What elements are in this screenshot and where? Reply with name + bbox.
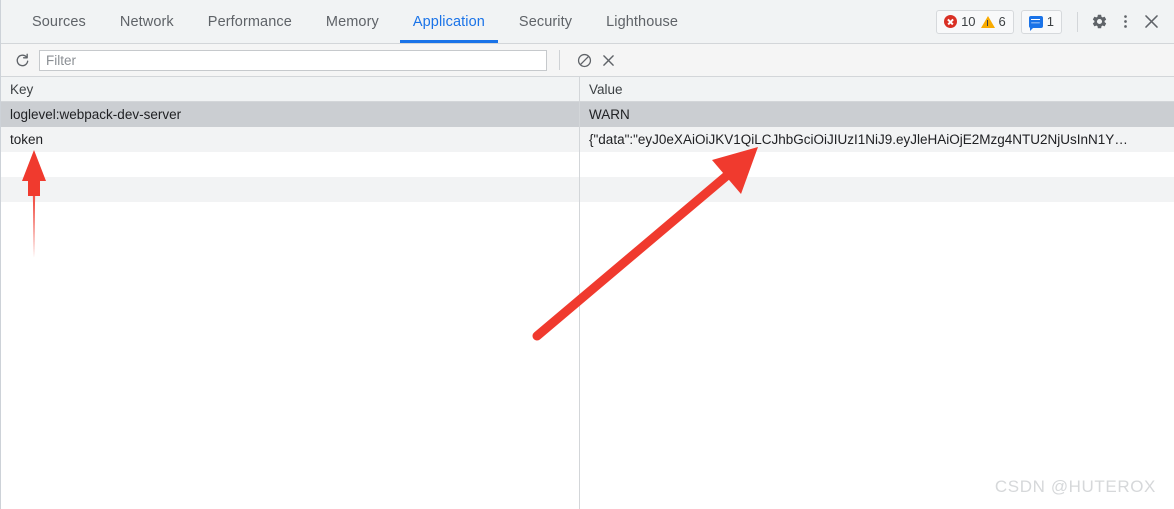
settings-button[interactable] xyxy=(1086,9,1112,35)
tab-label: Sources xyxy=(32,13,86,30)
devtools-panel: Sources Network Performance Memory Appli… xyxy=(0,0,1174,509)
tab-performance[interactable]: Performance xyxy=(191,0,309,43)
tabbar-actions: 10 6 1 xyxy=(936,0,1174,43)
tab-label: Performance xyxy=(207,13,292,30)
close-devtools-button[interactable] xyxy=(1138,9,1164,35)
kebab-menu-icon xyxy=(1123,15,1127,28)
table-row[interactable]: loglevel:webpack-dev-server WARN xyxy=(1,102,1174,127)
tab-memory[interactable]: Memory xyxy=(309,0,396,43)
csdn-watermark: CSDN @HUTEROX xyxy=(994,477,1156,496)
delete-x-icon xyxy=(602,54,614,66)
warning-triangle-icon xyxy=(980,15,995,28)
close-icon xyxy=(1144,15,1158,28)
delete-selected-button[interactable] xyxy=(596,48,620,72)
table-row-empty[interactable] xyxy=(1,177,1174,202)
cell-value: WARN xyxy=(589,107,630,122)
message-counter-group[interactable]: 1 xyxy=(1020,9,1062,34)
column-header-value[interactable]: Value xyxy=(580,77,1174,102)
gear-icon xyxy=(1092,14,1106,29)
tab-network[interactable]: Network xyxy=(103,0,191,43)
toolbar-divider xyxy=(1077,11,1078,32)
storage-toolbar xyxy=(1,44,1174,77)
refresh-button[interactable] xyxy=(9,47,35,73)
issues-counter-group[interactable]: 10 6 xyxy=(936,9,1014,34)
warning-count: 6 xyxy=(998,14,1006,29)
table-header-row: Key Value xyxy=(1,77,1174,102)
more-options-button[interactable] xyxy=(1112,9,1138,35)
table-row-empty[interactable] xyxy=(1,152,1174,177)
tab-list: Sources Network Performance Memory Appli… xyxy=(1,0,695,43)
cell-key: loglevel:webpack-dev-server xyxy=(10,107,182,122)
table-row-empty[interactable] xyxy=(1,202,1174,227)
tab-label: Lighthouse xyxy=(606,13,679,30)
tab-label: Network xyxy=(119,13,174,30)
error-count: 10 xyxy=(961,14,976,29)
message-bubble-icon xyxy=(1028,15,1043,31)
tab-label: Application xyxy=(412,13,485,30)
column-header-key[interactable]: Key xyxy=(1,77,579,102)
tab-security[interactable]: Security xyxy=(502,0,589,43)
table-row[interactable]: token {"data":"eyJ0eXAiOiJKV1QiLCJhbGciO… xyxy=(1,127,1174,152)
tab-label: Memory xyxy=(325,13,379,30)
tab-sources[interactable]: Sources xyxy=(15,0,103,43)
message-count: 1 xyxy=(1046,14,1054,29)
tab-label: Security xyxy=(518,13,573,30)
local-storage-table: Key Value loglevel:webpack-dev-server WA… xyxy=(1,77,1174,509)
message-counter[interactable]: 1 xyxy=(1028,14,1054,31)
tab-lighthouse[interactable]: Lighthouse xyxy=(589,0,695,43)
error-circle-icon xyxy=(944,15,958,28)
cell-value: {"data":"eyJ0eXAiOiJKV1QiLCJhbGciOiJIUzI… xyxy=(589,132,1128,147)
no-entry-clear-icon xyxy=(577,53,591,67)
tab-application[interactable]: Application xyxy=(396,0,502,43)
cell-key: token xyxy=(10,132,44,147)
toolbar-divider xyxy=(559,50,560,70)
warning-counter[interactable]: 6 xyxy=(980,14,1006,29)
column-resize-handle[interactable] xyxy=(579,77,580,509)
clear-all-button[interactable] xyxy=(572,48,596,72)
refresh-icon xyxy=(16,53,28,66)
error-counter[interactable]: 10 xyxy=(944,14,976,29)
filter-input[interactable] xyxy=(39,49,547,71)
devtools-tabbar: Sources Network Performance Memory Appli… xyxy=(1,0,1174,44)
